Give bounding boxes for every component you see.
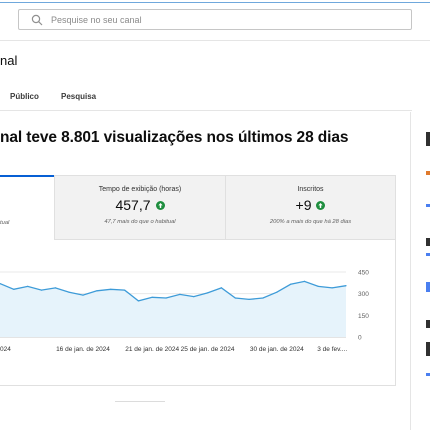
tab-publico[interactable]: Público [10, 92, 39, 101]
arrow-up-circle-icon [316, 200, 326, 210]
data-point [207, 292, 209, 294]
right-panel-strip [426, 171, 430, 175]
y-tick-label: 450 [358, 270, 369, 277]
x-tick-label: 3 de fev.... [317, 346, 347, 353]
right-panel-strip [426, 253, 430, 256]
data-point [27, 285, 29, 287]
data-point [220, 287, 222, 289]
y-tick-label: 300 [358, 291, 369, 298]
data-point [96, 290, 98, 292]
metric-value: +9 [295, 197, 312, 213]
x-tick-label: 30 de jan. de 2024 [250, 346, 304, 353]
data-point [151, 296, 153, 298]
metric-note: tual [0, 220, 10, 226]
data-point [137, 300, 139, 302]
data-point [124, 289, 126, 291]
x-tick-label: 024 [0, 346, 11, 353]
data-point [248, 298, 250, 300]
views-chart: 450 300 150 0 024 16 de jan. de 2024 21 de jan… [0, 270, 369, 353]
tab-pesquisa[interactable]: Pesquisa [61, 92, 96, 101]
overview-headline: nal teve 8.801 visualizações nos últimos… [0, 129, 349, 146]
right-panel-strip [426, 132, 430, 146]
data-point [68, 291, 70, 293]
top-strip [0, 0, 430, 3]
metric-label: Inscritos [297, 186, 324, 193]
y-tick-label: 0 [358, 335, 362, 342]
search-input[interactable] [51, 10, 391, 29]
right-panel-strip [426, 282, 430, 292]
metric-note: 200% a mais do que há 28 dias [269, 219, 352, 225]
metric-label: Tempo de exibição (horas) [98, 186, 182, 193]
right-panel-strip [426, 238, 430, 246]
right-panel-strip [426, 320, 430, 328]
page-title: nal [0, 53, 18, 68]
right-panel-strip [426, 204, 430, 207]
data-point [234, 297, 236, 299]
data-point [40, 289, 43, 291]
data-point [179, 293, 181, 295]
data-point [331, 287, 333, 289]
data-point [290, 283, 292, 285]
data-point [193, 296, 195, 298]
x-tick-label: 25 de jan. de 2024 [181, 346, 235, 353]
data-point [317, 285, 319, 287]
right-panel-strip [426, 342, 430, 356]
data-point [303, 280, 306, 282]
header-divider [0, 40, 430, 41]
x-tick-label: 21 de jan. de 2024 [125, 346, 179, 353]
data-point [276, 291, 278, 293]
search-icon [31, 14, 43, 26]
y-tick-label: 150 [358, 313, 369, 320]
divider [115, 401, 165, 402]
metric-tab-views[interactable]: tual [0, 176, 54, 240]
search-bar[interactable] [18, 9, 412, 30]
metric-note: 47,7 mais do que o habitual [104, 219, 176, 225]
right-panel-border [410, 112, 411, 430]
arrow-up-circle-icon [155, 200, 165, 210]
data-point [82, 294, 84, 296]
data-point [54, 287, 57, 289]
data-point [110, 288, 112, 290]
data-point [165, 297, 167, 299]
data-point [345, 285, 347, 287]
right-panel-strip [426, 373, 430, 376]
metric-value: 457,7 [115, 197, 151, 213]
tabs-divider [0, 110, 412, 111]
data-point [13, 288, 15, 290]
x-tick-label: 16 de jan. de 2024 [56, 346, 110, 353]
metric-tab-watch-time[interactable]: Tempo de exibição (horas) 457,7 47,7 mai… [54, 176, 225, 240]
metric-tab-subscribers[interactable]: Inscritos +9 200% a mais do que há 28 di… [225, 176, 395, 240]
active-tab-indicator [0, 175, 54, 177]
data-point [262, 297, 264, 299]
series-area [0, 281, 346, 337]
